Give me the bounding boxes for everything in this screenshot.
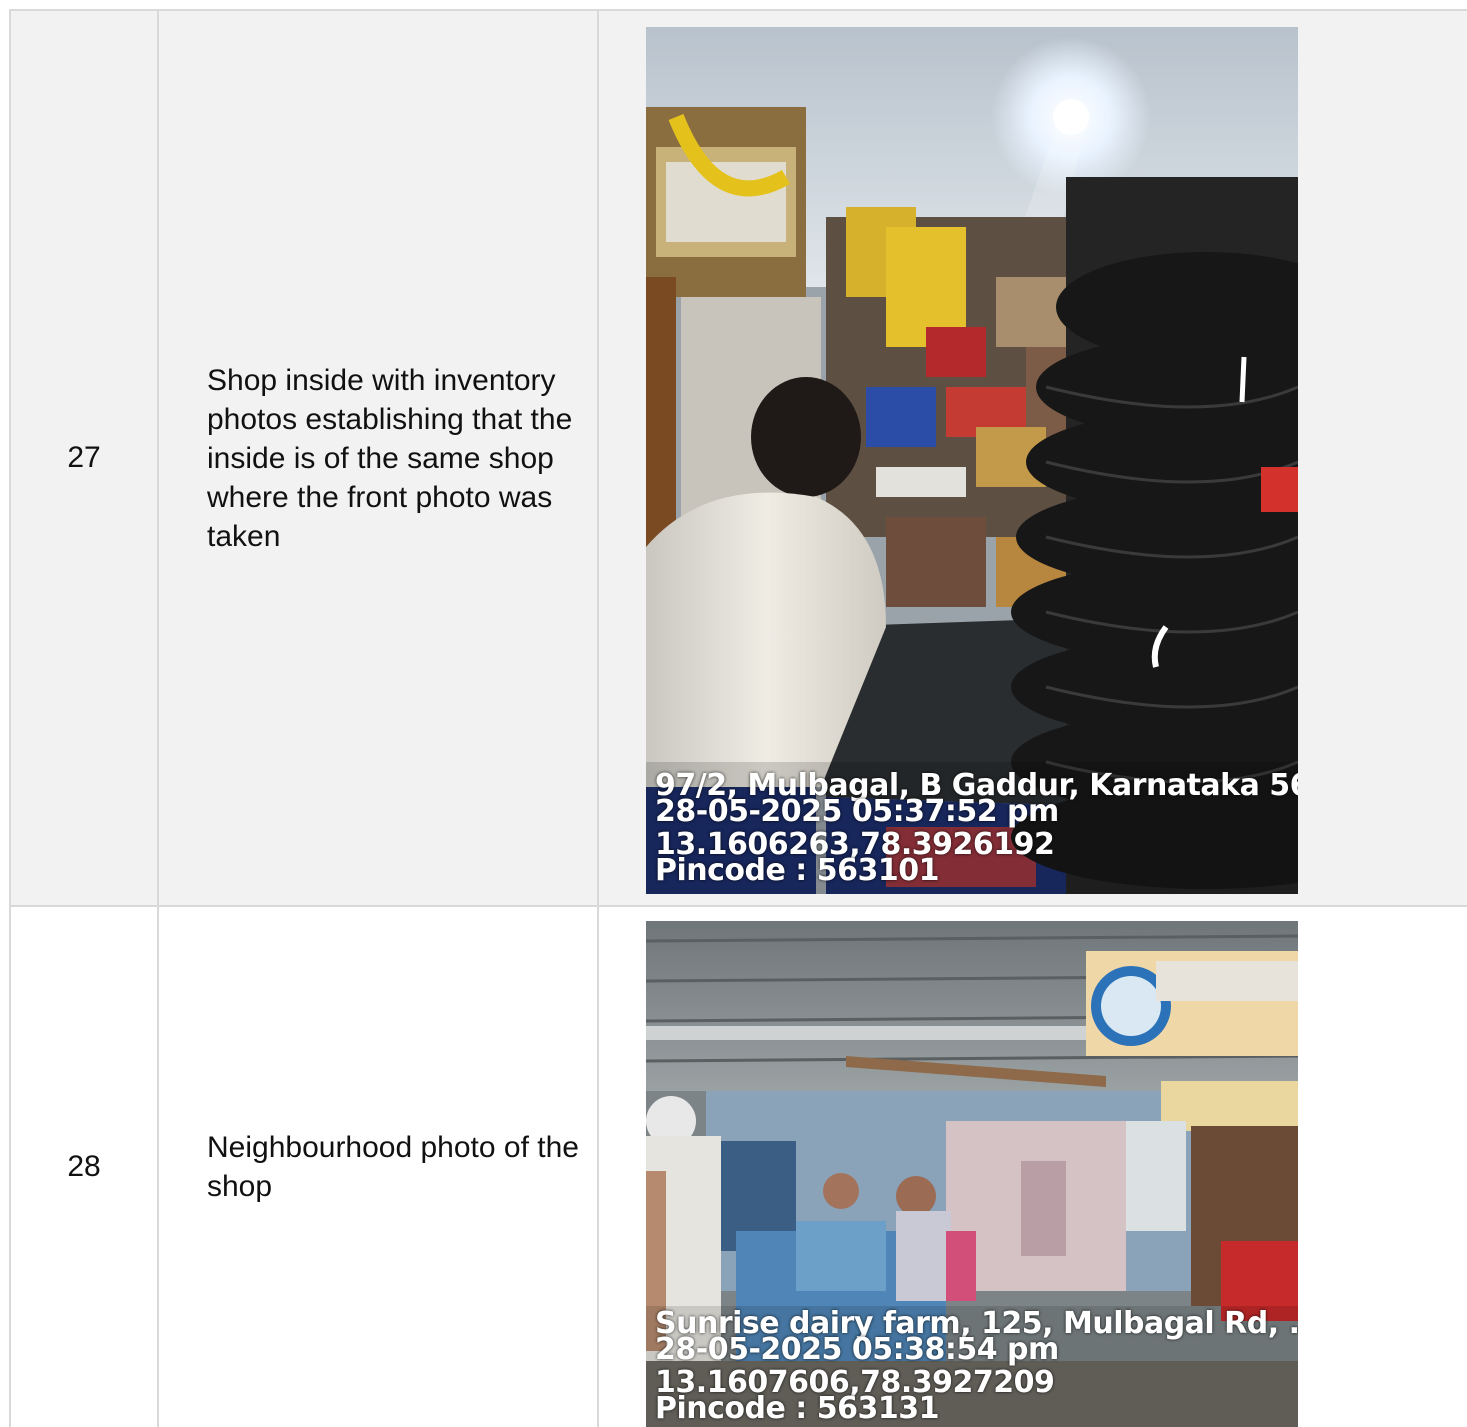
photo-geotag-overlay: 97/2, Mulbagal, B Gaddur, Karnataka 5631…	[655, 771, 1298, 886]
row-number: 27	[11, 11, 159, 905]
photo-geotag-overlay: Sunrise dairy farm, 125, Mulbagal Rd, ..…	[655, 1309, 1298, 1424]
table-row: 27 Shop inside with inventory photos est…	[11, 11, 1467, 907]
shop-inside-photo: 97/2, Mulbagal, B Gaddur, Karnataka 5631…	[646, 27, 1298, 894]
photo-cell: Sunrise dairy farm, 125, Mulbagal Rd, ..…	[599, 907, 1467, 1427]
row-description: Neighbourhood photo of the shop	[159, 907, 599, 1427]
table-row: 28 Neighbourhood photo of the shop Sunri…	[11, 907, 1467, 1427]
row-description: Shop inside with inventory photos establ…	[159, 11, 599, 905]
inspection-table: 27 Shop inside with inventory photos est…	[9, 9, 1467, 1427]
neighbourhood-photo: Sunrise dairy farm, 125, Mulbagal Rd, ..…	[646, 921, 1298, 1427]
row-number: 28	[11, 907, 159, 1427]
photo-cell: 97/2, Mulbagal, B Gaddur, Karnataka 5631…	[599, 11, 1467, 905]
